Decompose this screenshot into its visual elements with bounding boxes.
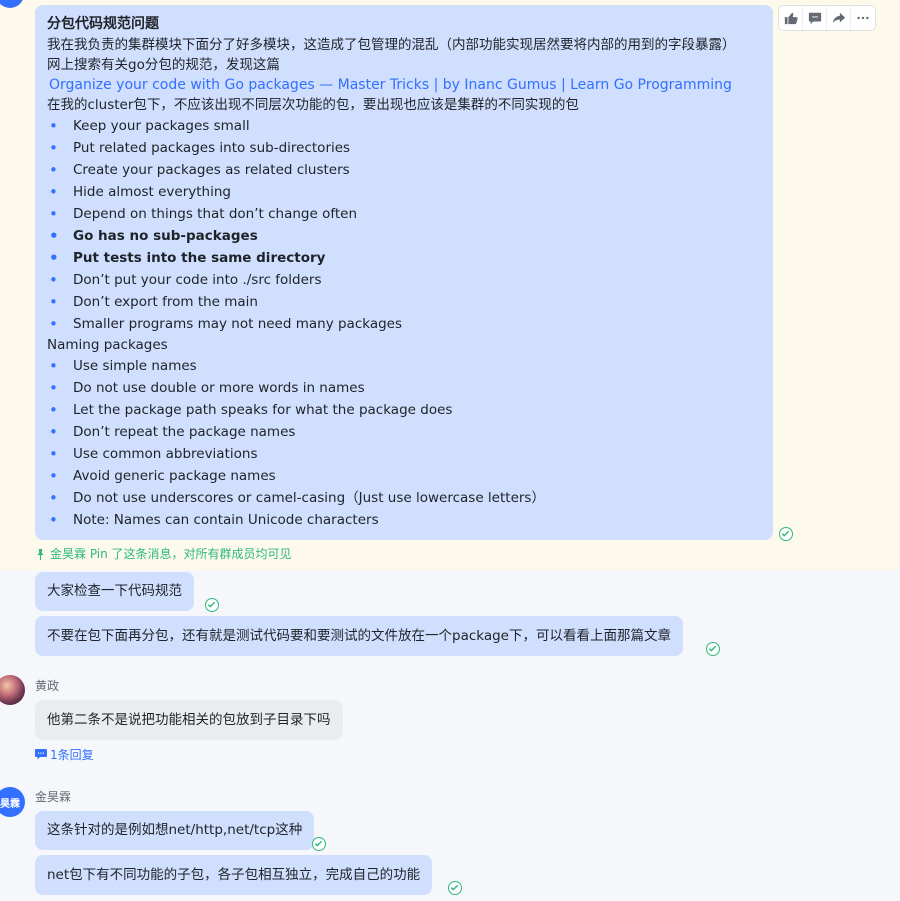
list-item: Let the package path speaks for what the… <box>47 399 761 421</box>
avatar[interactable]: 昊霖 <box>0 787 25 817</box>
pin-icon <box>37 548 44 560</box>
list-item: Don’t export from the main <box>47 291 761 313</box>
list-item: Do not use underscores or camel-casing（J… <box>47 487 761 509</box>
comment-icon <box>35 749 47 760</box>
list-item: Hide almost everything <box>47 181 761 203</box>
message-text: 他第二条不是说把功能相关的包放到子目录下吗 <box>47 712 331 728</box>
list-item: Put related packages into sub-directorie… <box>47 137 761 159</box>
message-bubble[interactable]: 这条针对的是例如想net/http,net/tcp这种 <box>35 811 315 850</box>
section-heading: Naming packages <box>47 337 168 353</box>
message-text: 大家检查一下代码规范 <box>47 583 182 599</box>
list-item: Use simple names <box>47 355 761 377</box>
more-icon[interactable] <box>851 6 875 30</box>
thumbs-up-icon[interactable] <box>779 6 803 30</box>
read-status-icon[interactable] <box>779 527 793 541</box>
message-bubble[interactable]: 不要在包下面再分包，还有就是测试代码要和要测试的文件放在一个package下，可… <box>35 616 683 656</box>
read-status-icon[interactable] <box>706 642 720 656</box>
message-text: 不要在包下面再分包，还有就是测试代码要和要测试的文件放在一个package下，可… <box>47 628 671 644</box>
list-item: Do not use double or more words in names <box>47 377 761 399</box>
list-item: Smaller programs may not need many packa… <box>47 313 761 335</box>
list-item: Keep your packages small <box>47 115 761 137</box>
read-status-icon[interactable] <box>312 837 326 851</box>
message-text: 在我的cluster包下，不应该出现不同层次功能的包，要出现也应该是集群的不同实… <box>47 97 579 113</box>
list-item: Use common abbreviations <box>47 443 761 465</box>
message-text: 我在我负责的集群模块下面分了好多模块，这造成了包管理的混乱（内部功能实现居然要将… <box>47 37 736 53</box>
bullet-list-1: Keep your packages small Put related pac… <box>47 115 761 335</box>
list-item: Depend on things that don’t change often <box>47 203 761 225</box>
avatar[interactable] <box>0 675 25 705</box>
message-text: 网上搜索有关go分包的规范，发现这篇 <box>47 57 280 73</box>
pin-notice: 金昊霖 Pin 了这条消息，对所有群成员均可见 <box>35 546 292 562</box>
list-item: Avoid generic package names <box>47 465 761 487</box>
reply-thread-link[interactable]: 1条回复 <box>35 746 94 762</box>
bullet-list-2: Use simple names Do not use double or mo… <box>47 355 761 531</box>
pinned-message-bubble[interactable]: 分包代码规范问题 我在我负责的集群模块下面分了好多模块，这造成了包管理的混乱（内… <box>35 5 773 540</box>
list-item: Go has no sub-packages <box>47 225 761 247</box>
comment-icon[interactable] <box>803 6 827 30</box>
list-item: Put tests into the same directory <box>47 247 761 269</box>
message-title: 分包代码规范问题 <box>47 16 159 32</box>
list-item: Create your packages as related clusters <box>47 159 761 181</box>
forward-icon[interactable] <box>827 6 851 30</box>
article-link[interactable]: Organize your code with Go packages — Ma… <box>47 75 761 95</box>
message-bubble[interactable]: 大家检查一下代码规范 <box>35 572 194 611</box>
message-bubble[interactable]: net包下有不同功能的子包，各子包相互独立，完成自己的功能 <box>35 855 433 895</box>
message-text: 这条针对的是例如想net/http,net/tcp这种 <box>47 822 303 838</box>
message-text: net包下有不同功能的子包，各子包相互独立，完成自己的功能 <box>47 867 421 883</box>
list-item: Note: Names can contain Unicode characte… <box>47 509 761 531</box>
message-bubble[interactable]: 他第二条不是说把功能相关的包放到子目录下吗 <box>35 700 343 740</box>
sender-name: 黄政 <box>35 679 60 693</box>
sender-name: 金昊霖 <box>35 790 72 804</box>
read-status-icon[interactable] <box>448 881 462 895</box>
message-toolbar <box>778 5 876 31</box>
list-item: Don’t put your code into ./src folders <box>47 269 761 291</box>
read-status-icon[interactable] <box>205 598 219 612</box>
list-item: Don’t repeat the package names <box>47 421 761 443</box>
